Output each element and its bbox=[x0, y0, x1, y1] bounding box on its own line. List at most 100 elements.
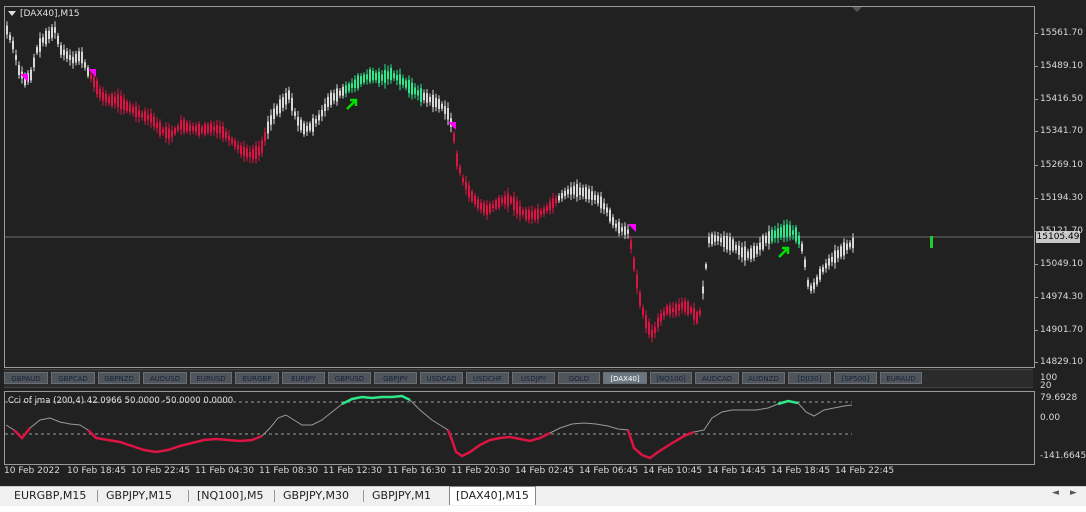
symbol-button-gbpcad[interactable]: GBPCAD bbox=[51, 372, 95, 384]
candle-body bbox=[252, 148, 254, 160]
symbol-button-usdchf[interactable]: USDCHF bbox=[466, 372, 509, 384]
symbol-button-dax40[interactable]: [DAX40] bbox=[603, 372, 647, 384]
candle-body bbox=[504, 195, 506, 205]
candle-body bbox=[306, 125, 308, 132]
symbol-button-sp500[interactable]: [SP500] bbox=[834, 372, 877, 384]
candle-body bbox=[111, 94, 113, 106]
candle-body bbox=[735, 244, 737, 251]
chart-tab[interactable]: GBPJPY,M1 bbox=[372, 487, 431, 505]
candle-body bbox=[789, 225, 791, 237]
candle-body bbox=[780, 227, 782, 237]
candle-body bbox=[552, 198, 554, 208]
candle-body bbox=[672, 307, 674, 313]
candle-body bbox=[156, 122, 158, 128]
candle-body bbox=[66, 51, 68, 59]
symbol-button-gbpjpy[interactable]: GBPJPY bbox=[374, 372, 417, 384]
candle-body bbox=[390, 67, 392, 81]
chart-tab[interactable]: GBPJPY,M15 bbox=[106, 487, 172, 505]
candle-body bbox=[69, 55, 71, 60]
symbol-button-gold[interactable]: GOLD bbox=[558, 372, 600, 384]
candle-body bbox=[285, 92, 287, 105]
price-tick bbox=[1034, 165, 1038, 166]
candle-body bbox=[588, 189, 590, 200]
candle-body bbox=[558, 195, 560, 201]
candle-body bbox=[696, 312, 698, 323]
candle-body bbox=[639, 292, 641, 306]
chart-tab[interactable]: GBPJPY,M30 bbox=[283, 487, 349, 505]
symbol-button-audusd[interactable]: AUDUSD bbox=[143, 372, 187, 384]
candle-body bbox=[441, 103, 443, 109]
candle-body bbox=[324, 103, 326, 112]
symbol-button-eurusd[interactable]: EURUSD bbox=[190, 372, 232, 384]
symbol-button-nq100[interactable]: [NQ100] bbox=[650, 372, 692, 384]
symbol-button-euraud[interactable]: EURAUD bbox=[880, 372, 922, 384]
symbol-button-audnzd[interactable]: AUDNZD bbox=[742, 372, 785, 384]
candle-body bbox=[375, 72, 377, 81]
symbol-button-usdjpy[interactable]: USDJPY bbox=[512, 372, 555, 384]
candle-body bbox=[210, 123, 212, 133]
time-label: 10 Feb 2022 bbox=[4, 466, 61, 476]
chart-tab[interactable]: [DAX40],M15 bbox=[449, 486, 536, 505]
candle-body bbox=[33, 57, 35, 68]
candle-body bbox=[255, 145, 257, 160]
symbol-button-gbpnzd[interactable]: GBPNZD bbox=[98, 372, 140, 384]
candle-body bbox=[732, 239, 734, 251]
candle-body bbox=[396, 74, 398, 81]
candle-body bbox=[42, 37, 44, 43]
price-label: 14901.70 bbox=[1040, 325, 1083, 335]
candle-body bbox=[765, 235, 767, 243]
chart-tab[interactable]: EURGBP,M15 bbox=[14, 487, 86, 505]
candle-body bbox=[711, 234, 713, 245]
candle-body bbox=[243, 146, 245, 157]
chart-title[interactable]: [DAX40],M15 bbox=[8, 9, 80, 19]
candle-body bbox=[339, 90, 341, 96]
candle-body bbox=[708, 236, 710, 244]
candle-body bbox=[474, 195, 476, 205]
candle-body bbox=[54, 27, 56, 33]
candle-body bbox=[555, 198, 557, 204]
indicator-title: Cci of jma (200,4) 42.0966 50.0000 -50.0… bbox=[8, 396, 234, 406]
candle-body bbox=[261, 140, 263, 154]
symbol-button-eurjpy[interactable]: EURJPY bbox=[282, 372, 325, 384]
candle-body bbox=[540, 210, 542, 215]
candle-body bbox=[282, 97, 284, 108]
candle-body bbox=[528, 209, 530, 221]
candle-body bbox=[198, 123, 200, 136]
candle-body bbox=[162, 128, 164, 134]
candle-body bbox=[666, 306, 668, 314]
candle-body bbox=[564, 190, 566, 197]
candle-body bbox=[81, 51, 83, 64]
candle-body bbox=[591, 191, 593, 200]
candle-body bbox=[834, 250, 836, 263]
candle-body bbox=[417, 90, 419, 96]
candle-body bbox=[216, 124, 218, 134]
indicator-label: -141.6645 bbox=[1040, 451, 1086, 461]
candle-body bbox=[135, 106, 137, 118]
candle-body bbox=[618, 221, 620, 234]
candle-body bbox=[378, 71, 380, 84]
price-tick bbox=[1034, 198, 1038, 199]
candle-body bbox=[423, 92, 425, 101]
candle-body bbox=[384, 69, 386, 83]
candle-body bbox=[204, 124, 206, 135]
status-strip bbox=[0, 506, 1086, 512]
scroll-right-icon[interactable]: ► bbox=[1070, 488, 1077, 498]
symbol-button-eurgbp[interactable]: EURGBP bbox=[235, 372, 279, 384]
symbol-button-gbpusd[interactable]: GBPUSD bbox=[328, 372, 371, 384]
candle-body bbox=[279, 99, 281, 114]
candle-body bbox=[462, 177, 464, 183]
candle-body bbox=[489, 203, 491, 213]
symbol-button-dji30[interactable]: [DJI30] bbox=[788, 372, 831, 384]
symbol-button-audcad[interactable]: AUDCAD bbox=[695, 372, 739, 384]
symbol-button-gbpaud[interactable]: GBPAUD bbox=[4, 372, 48, 384]
chart-tab[interactable]: [NQ100],M5 bbox=[197, 487, 263, 505]
symbol-button-usdcad[interactable]: USDCAD bbox=[420, 372, 463, 384]
dropdown-triangle-icon[interactable] bbox=[8, 11, 16, 16]
candle-body bbox=[486, 205, 488, 215]
price-label: 15416.50 bbox=[1040, 94, 1083, 104]
scroll-left-icon[interactable]: ◄ bbox=[1052, 488, 1059, 498]
candle-body bbox=[411, 82, 413, 95]
candle-body bbox=[96, 80, 98, 95]
candle-body bbox=[231, 138, 233, 144]
candle-body bbox=[387, 71, 389, 80]
